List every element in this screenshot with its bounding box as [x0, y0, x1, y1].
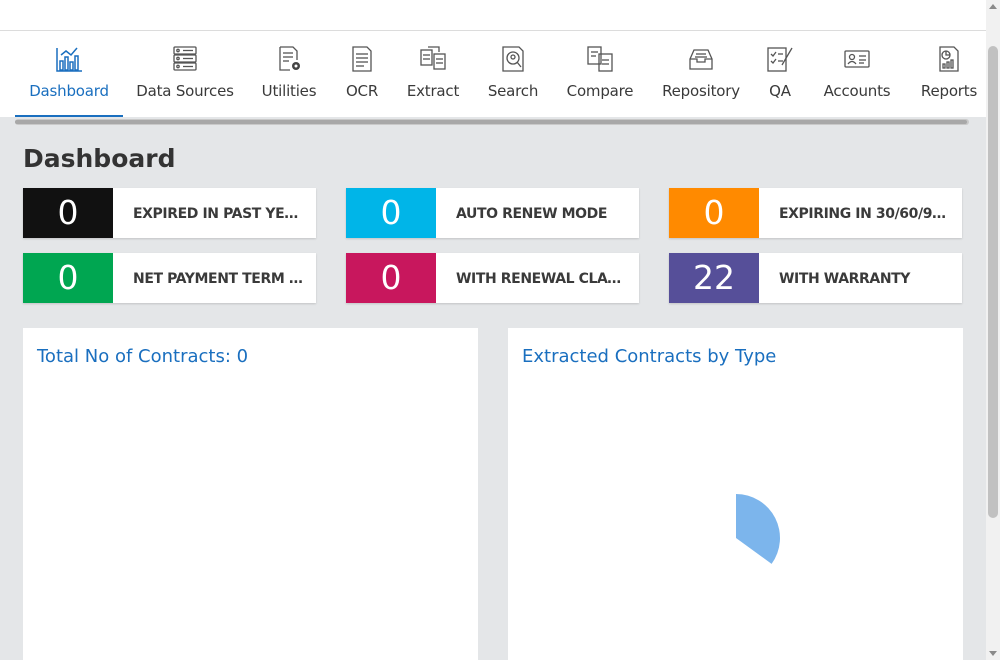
total-contracts-card: Total No of Contracts: 0	[23, 328, 478, 660]
nav-item-label: Utilities	[261, 82, 317, 100]
report-chart-icon	[939, 46, 959, 72]
nav-item-label: Data Sources	[136, 82, 234, 100]
stat-value: 22	[669, 253, 759, 303]
extract-documents-icon	[420, 46, 446, 70]
nav-item-label: QA	[769, 82, 791, 100]
nav-item-label: Compare	[566, 82, 634, 100]
nav-item-label: Repository	[662, 82, 740, 100]
stat-card-renewal-clause[interactable]: 0 WITH RENEWAL CLAUSE	[346, 253, 639, 303]
nav-item-dashboard[interactable]: Dashboard	[15, 31, 123, 117]
stat-label: NET PAYMENT TERM 30 DAYS	[133, 271, 303, 287]
stat-card-net-payment[interactable]: 0 NET PAYMENT TERM 30 DAYS	[23, 253, 316, 303]
stat-label: AUTO RENEW MODE	[456, 206, 608, 222]
qa-checklist-icon	[767, 47, 793, 72]
database-icon	[173, 46, 197, 71]
nav-item-ocr[interactable]: OCR	[340, 31, 384, 117]
page-title: Dashboard	[23, 144, 176, 173]
stat-value: 0	[346, 188, 436, 238]
stat-label: EXPIRING IN 30/60/90 DAYS	[779, 206, 949, 222]
stat-card-warranty[interactable]: 22 WITH WARRANTY	[669, 253, 962, 303]
stat-card-expiring[interactable]: 0 EXPIRING IN 30/60/90 DAYS	[669, 188, 962, 238]
nav-item-extract[interactable]: Extract	[402, 31, 464, 117]
nav-item-compare[interactable]: Compare	[563, 31, 637, 117]
scroll-up-arrow-icon[interactable]	[989, 4, 997, 9]
main-nav: Dashboard Data Sources Utilities OCR Ext…	[0, 31, 986, 117]
top-bar	[0, 0, 986, 31]
document-gear-icon	[279, 46, 300, 71]
nav-item-accounts[interactable]: Accounts	[818, 31, 896, 117]
stat-card-auto-renew[interactable]: 0 AUTO RENEW MODE	[346, 188, 639, 238]
ocr-document-icon	[352, 46, 372, 72]
nav-item-qa[interactable]: QA	[762, 31, 798, 117]
vertical-scrollbar[interactable]	[986, 0, 1000, 660]
stat-card-expired[interactable]: 0 EXPIRED IN PAST YEAR	[23, 188, 316, 238]
archive-box-icon	[689, 49, 713, 70]
id-card-icon	[844, 50, 870, 68]
nav-item-label: OCR	[345, 82, 379, 100]
stat-value: 0	[669, 188, 759, 238]
nav-item-search[interactable]: Search	[482, 31, 544, 117]
nav-item-label: Dashboard	[29, 82, 109, 100]
scrollbar-thumb[interactable]	[15, 120, 967, 124]
stat-label: EXPIRED IN PAST YEAR	[133, 206, 303, 222]
nav-item-utilities[interactable]: Utilities	[256, 31, 322, 117]
compare-documents-icon	[587, 46, 613, 72]
nav-item-repository[interactable]: Repository	[657, 31, 745, 117]
nav-item-reports[interactable]: Reports	[916, 31, 982, 117]
scroll-down-arrow-icon[interactable]	[989, 651, 997, 656]
nav-item-data-sources[interactable]: Data Sources	[134, 31, 236, 117]
stat-label: WITH RENEWAL CLAUSE	[456, 271, 626, 287]
nav-item-label: Search	[487, 82, 539, 100]
scrollbar-thumb[interactable]	[988, 46, 998, 518]
nav-item-label: Reports	[920, 82, 978, 100]
search-document-icon	[502, 46, 524, 72]
nav-item-label: Accounts	[823, 82, 891, 100]
stat-value: 0	[23, 253, 113, 303]
stat-label: WITH WARRANTY	[779, 271, 911, 287]
horizontal-scrollbar[interactable]	[15, 119, 969, 125]
pie-slice[interactable]	[736, 494, 780, 564]
pie-chart	[736, 494, 780, 564]
stat-value: 0	[23, 188, 113, 238]
extracted-contracts-card: Extracted Contracts by Type	[508, 328, 963, 660]
card-title: Total No of Contracts: 0	[37, 346, 249, 367]
dashboard-chart-icon	[56, 47, 82, 72]
nav-item-label: Extract	[406, 82, 460, 100]
stat-value: 0	[346, 253, 436, 303]
